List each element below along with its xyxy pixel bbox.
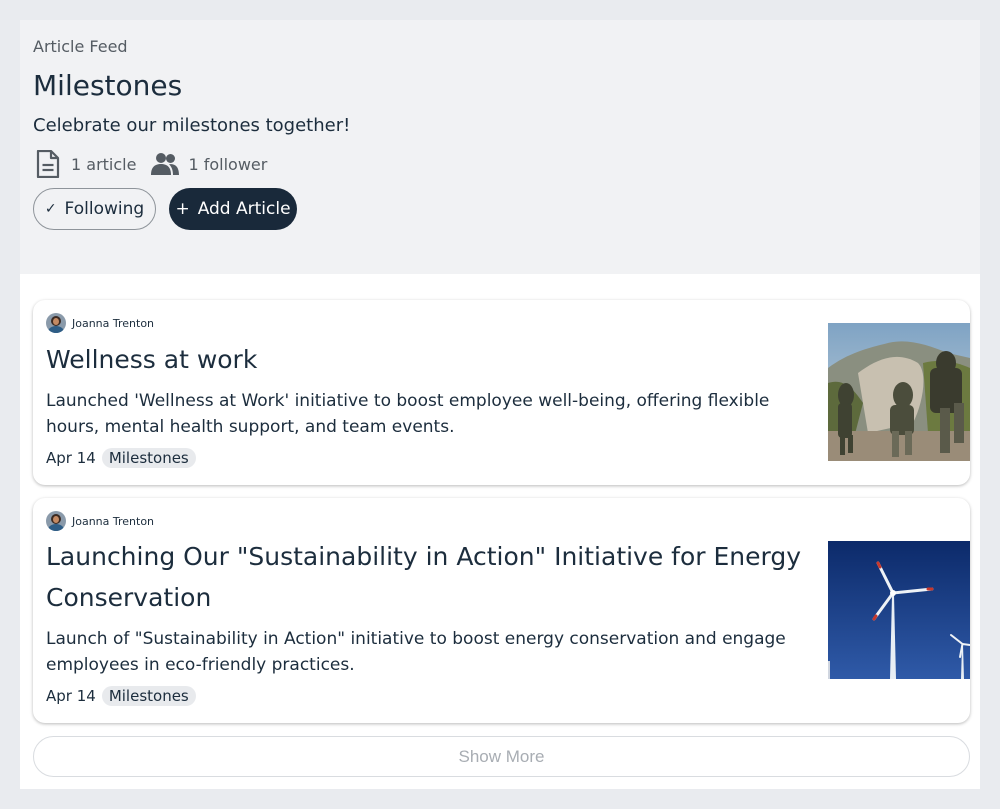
following-button[interactable]: ✓ Following <box>33 188 156 230</box>
document-icon <box>36 150 60 178</box>
article-count: 1 article <box>33 150 136 178</box>
show-more-button[interactable]: Show More <box>33 736 970 777</box>
article-feed-panel: Article Feed Milestones Celebrate our mi… <box>20 20 980 789</box>
article-meta: Apr 14 Milestones <box>46 448 813 468</box>
follower-count-label: 1 follower <box>188 154 268 174</box>
hikers-image[interactable] <box>828 323 970 461</box>
article-meta: Apr 14 Milestones <box>46 686 813 706</box>
article-description: Launched 'Wellness at Work' initiative t… <box>46 391 770 437</box>
follower-count: 1 follower <box>150 152 267 176</box>
article-date: Apr 14 <box>46 687 96 705</box>
following-label: Following <box>64 199 145 219</box>
article-card-body: Joanna Trenton Wellness at work Launched… <box>33 300 813 468</box>
article-title[interactable]: Wellness at work <box>46 339 813 380</box>
article-card[interactable]: Joanna Trenton Launching Our "Sustainabi… <box>33 498 970 723</box>
article-list: Joanna Trenton Wellness at work Launched… <box>20 274 980 777</box>
page-title: Milestones <box>33 69 183 102</box>
add-article-label: Add Article <box>197 199 291 219</box>
article-description: Launch of "Sustainability in Action" ini… <box>46 629 786 675</box>
feed-header: Article Feed Milestones Celebrate our mi… <box>20 20 980 274</box>
article-author: Joanna Trenton <box>46 313 813 333</box>
feed-stats: 1 article 1 follower <box>33 150 967 178</box>
article-date: Apr 14 <box>46 449 96 467</box>
header-actions: ✓ Following + Add Article <box>33 188 967 230</box>
article-card[interactable]: Joanna Trenton Wellness at work Launched… <box>33 300 970 485</box>
author-name: Joanna Trenton <box>72 316 155 330</box>
article-title[interactable]: Launching Our "Sustainability in Action"… <box>46 536 813 618</box>
article-tag[interactable]: Milestones <box>101 448 196 468</box>
plus-icon: + <box>175 199 190 219</box>
article-author: Joanna Trenton <box>46 511 813 531</box>
avatar <box>46 511 66 531</box>
article-count-label: 1 article <box>71 154 137 174</box>
article-card-body: Joanna Trenton Launching Our "Sustainabi… <box>33 498 813 706</box>
checkmark-icon: ✓ <box>44 201 57 217</box>
feed-eyebrow: Article Feed <box>33 37 128 56</box>
add-article-button[interactable]: + Add Article <box>169 188 297 230</box>
author-name: Joanna Trenton <box>72 514 155 528</box>
avatar <box>46 313 66 333</box>
article-tag[interactable]: Milestones <box>101 686 196 706</box>
wind-turbines-image[interactable] <box>828 541 970 679</box>
people-icon <box>151 153 180 175</box>
page-subtitle: Celebrate our milestones together! <box>33 115 351 136</box>
